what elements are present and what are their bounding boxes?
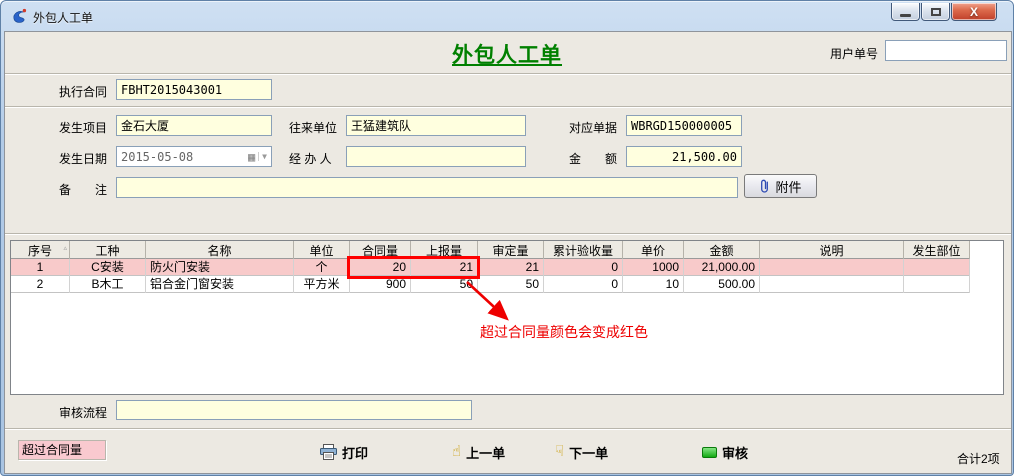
audit-green-icon — [702, 447, 717, 458]
table-cell: 防火门安装 — [146, 259, 294, 276]
attachment-button[interactable]: 附件 — [744, 174, 817, 198]
maximize-icon — [931, 8, 941, 16]
total-count: 合计2项 — [957, 450, 1000, 467]
overlimit-legend-badge: 超过合同量 — [18, 440, 106, 460]
contract-label: 执行合同 — [59, 83, 107, 100]
column-header-9[interactable]: 单价 — [623, 241, 684, 259]
table-cell: 50 — [411, 276, 478, 293]
user-no-input[interactable] — [885, 40, 1007, 61]
project-input[interactable] — [116, 115, 272, 136]
column-header-7[interactable]: 审定量 — [478, 241, 544, 259]
title-bar: 外包人工单 X — [1, 1, 1013, 31]
table-cell — [904, 276, 970, 293]
divider — [5, 233, 1011, 235]
calendar-icon: ▦ — [248, 150, 255, 164]
audit-button-label: 审核 — [722, 443, 748, 462]
handler-input[interactable] — [346, 146, 526, 167]
table-row[interactable]: 1C安装防火门安装个2021210100021,000.00 — [11, 259, 970, 276]
date-value: 2015-05-08 — [121, 150, 193, 164]
counterparty-input[interactable] — [346, 115, 526, 136]
table-cell — [760, 259, 904, 276]
doc-input[interactable] — [626, 115, 742, 136]
form-client-area: 外包人工单 用户单号 执行合同 发生项目 往来单位 对应单据 发生日期 2015… — [4, 31, 1012, 474]
table-cell: 50 — [478, 276, 544, 293]
table-body: 1C安装防火门安装个2021210100021,000.002B木工铝合金门窗安… — [11, 259, 1003, 293]
table-cell: 平方米 — [294, 276, 350, 293]
table-cell: 900 — [350, 276, 411, 293]
window-title: 外包人工单 — [33, 9, 93, 26]
table-cell: 0 — [544, 259, 623, 276]
column-header-4[interactable]: 单位 — [294, 241, 350, 259]
printer-icon — [320, 444, 337, 460]
prev-button-label: 上一单 — [466, 443, 505, 462]
table-cell: 0 — [544, 276, 623, 293]
minimize-icon — [900, 14, 911, 17]
project-label: 发生项目 — [59, 119, 107, 136]
table-cell: 1000 — [623, 259, 684, 276]
table-cell: B木工 — [70, 276, 146, 293]
date-picker[interactable]: 2015-05-08 ▦ ▼ — [116, 146, 272, 167]
page-title: 外包人工单 — [452, 39, 562, 69]
print-button-label: 打印 — [342, 443, 368, 462]
table-cell: 21 — [478, 259, 544, 276]
divider — [5, 73, 1011, 75]
table-cell — [904, 259, 970, 276]
divider — [5, 428, 1011, 430]
table-cell: 铝合金门窗安装 — [146, 276, 294, 293]
column-header-11[interactable]: 说明 — [760, 241, 904, 259]
column-header-1[interactable]: 序号▵ — [11, 241, 70, 259]
paperclip-icon — [759, 179, 770, 194]
table-cell: 21 — [411, 259, 478, 276]
app-window: 外包人工单 X 外包人工单 用户单号 执行合同 发生项目 往来单位 对应单据 发… — [0, 0, 1014, 476]
close-icon: X — [970, 5, 978, 19]
next-order-button[interactable]: ☟ 下一单 — [555, 442, 608, 462]
table-cell: 10 — [623, 276, 684, 293]
attachment-button-label: 附件 — [775, 177, 801, 196]
table-cell: 20 — [350, 259, 411, 276]
hand-up-icon: ☝ — [452, 445, 461, 459]
audit-button[interactable]: 审核 — [702, 442, 748, 462]
amount-label: 金 额 — [569, 150, 617, 167]
date-label: 发生日期 — [59, 150, 107, 167]
close-button[interactable]: X — [951, 3, 997, 21]
column-header-2[interactable]: 工种 — [70, 241, 146, 259]
column-header-12[interactable]: 发生部位 — [904, 241, 970, 259]
column-header-10[interactable]: 金额 — [684, 241, 760, 259]
table-cell: C安装 — [70, 259, 146, 276]
sort-indicator-icon: ▵ — [63, 244, 67, 252]
column-header-3[interactable]: 名称 — [146, 241, 294, 259]
counterparty-label: 往来单位 — [289, 119, 337, 136]
table-row[interactable]: 2B木工铝合金门窗安装平方米9005050010500.00 — [11, 276, 970, 293]
user-no-label: 用户单号 — [830, 45, 878, 62]
app-logo-icon — [10, 7, 28, 25]
chevron-down-icon: ▼ — [258, 152, 271, 161]
table-cell: 2 — [11, 276, 70, 293]
overlimit-annotation: 超过合同量颜色会变成红色 — [480, 322, 648, 342]
table-header-row: 序号▵工种名称单位合同量上报量审定量累计验收量单价金额说明发生部位 — [11, 241, 970, 259]
next-button-label: 下一单 — [569, 443, 608, 462]
handler-label: 经 办 人 — [289, 150, 332, 167]
table-cell: 1 — [11, 259, 70, 276]
table-cell — [760, 276, 904, 293]
maximize-button[interactable] — [921, 3, 950, 21]
column-header-5[interactable]: 合同量 — [350, 241, 411, 259]
minimize-button[interactable] — [891, 3, 920, 21]
prev-order-button[interactable]: ☝ 上一单 — [452, 442, 505, 462]
review-input[interactable] — [116, 400, 472, 420]
hand-down-icon: ☟ — [555, 445, 564, 459]
review-label: 审核流程 — [59, 404, 107, 421]
table-cell: 21,000.00 — [684, 259, 760, 276]
table-cell: 个 — [294, 259, 350, 276]
table-cell: 500.00 — [684, 276, 760, 293]
column-header-6[interactable]: 上报量 — [411, 241, 478, 259]
remark-label: 备 注 — [59, 181, 107, 198]
print-button[interactable]: 打印 — [320, 442, 368, 462]
remark-input[interactable] — [116, 177, 738, 198]
column-header-8[interactable]: 累计验收量 — [544, 241, 623, 259]
contract-input[interactable] — [116, 79, 272, 100]
doc-label: 对应单据 — [569, 119, 617, 136]
items-table: 序号▵工种名称单位合同量上报量审定量累计验收量单价金额说明发生部位 1C安装防火… — [10, 240, 1004, 395]
amount-input[interactable] — [626, 146, 742, 167]
divider — [5, 106, 1011, 108]
